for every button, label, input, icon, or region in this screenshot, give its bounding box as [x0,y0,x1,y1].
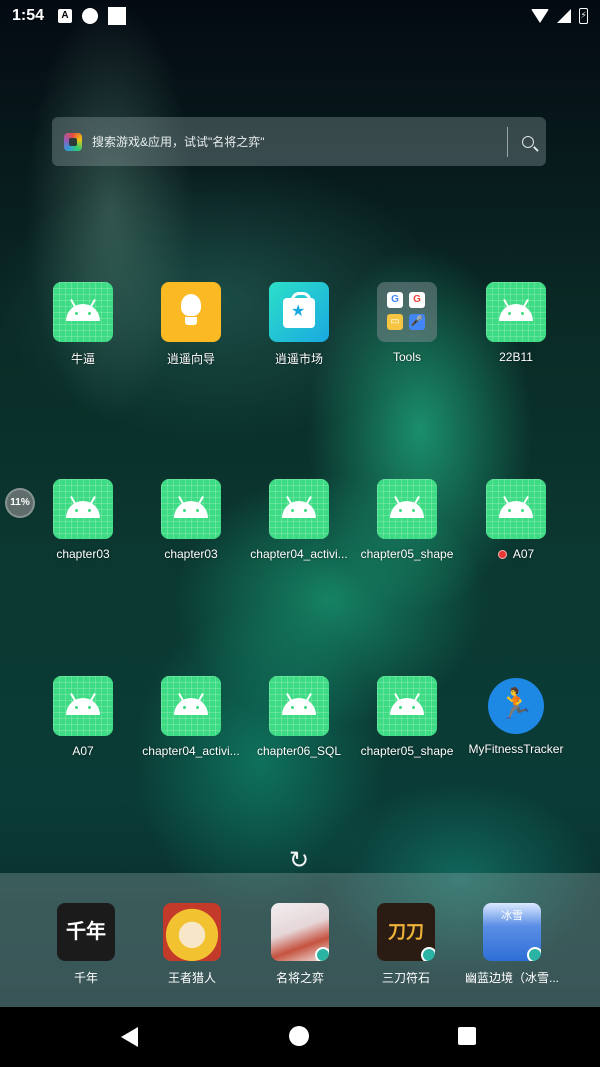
navigation-bar [0,1007,600,1067]
wangzhe-lieren-game-icon [163,903,221,961]
verified-badge-icon [527,947,541,961]
app-shortcut[interactable]: chapter05_shape [347,479,467,561]
app-store-logo-icon [64,132,82,151]
refresh-icon[interactable]: ↻ [286,848,312,874]
dock: 千年 千年 王者猎人 名将之弈 刀刀 三刀符石 冰雪 幽蓝边境（冰雪... [0,873,600,1007]
folder-shortcut[interactable]: G G ▭ 🎤 Tools [347,282,467,364]
dock-app-label: 名将之弈 [275,971,324,985]
home-button[interactable] [289,1026,309,1046]
dock-app[interactable]: 千年 千年 [31,903,141,986]
android-icon [53,282,113,342]
google-icon: G [409,292,425,308]
app-shortcut[interactable]: 🏃 MyFitnessTracker [456,676,576,756]
app-label: chapter04_activi... [250,547,348,561]
app-label: A07 [456,547,576,561]
android-icon [377,479,437,539]
cell-signal-icon [557,9,571,23]
dock-app-label: 幽蓝边境（冰雪... [464,971,559,985]
app-label: 22B11 [499,350,533,364]
app-shortcut[interactable]: chapter03 [23,479,143,561]
android-icon [377,676,437,736]
app-label: 逍遥向导 [166,352,215,366]
android-icon [269,479,329,539]
app-shortcut[interactable]: chapter05_shape [347,676,467,758]
android-icon [486,282,546,342]
dock-app-label: 三刀符石 [381,971,430,985]
app-label: chapter03 [56,547,110,561]
app-label-text: A07 [512,547,535,561]
app-shortcut[interactable]: A07 [23,676,143,758]
app-shortcut[interactable]: 牛逼 [23,282,143,367]
app-label: MyFitnessTracker [468,742,564,756]
youlan-bianjing-game-icon: 冰雪 [483,903,541,961]
android-icon [161,676,221,736]
game-art-text: 刀刀 [388,922,424,942]
search-icon[interactable] [522,135,534,148]
notification-square-icon [108,7,127,25]
mingjiang-zhiyi-game-icon [271,903,329,961]
app-label: chapter04_activi... [142,744,240,758]
lightbulb-icon [161,282,221,342]
app-label: 逍遥市场 [274,352,323,366]
dock-app[interactable]: 刀刀 三刀符石 [351,903,461,986]
status-time: 1:54 [12,7,45,24]
android-icon [53,479,113,539]
app-label: 牛逼 [70,352,95,366]
battery-charging-icon: ⚡ [579,8,588,24]
app-label: Tools [392,350,421,364]
search-placeholder[interactable]: 搜索游戏&应用，试试"名将之弈" [92,133,507,150]
folder-app-icon: ▭ [387,314,403,330]
search-divider [507,126,508,157]
app-shortcut[interactable]: ★ 逍遥市场 [239,282,359,367]
app-label: chapter05_shape [360,547,454,561]
verified-badge-icon [421,947,435,961]
new-install-dot-icon [497,550,507,560]
android-icon [269,676,329,736]
notification-a-icon: A [58,9,73,23]
app-label: chapter06_SQL [256,744,342,758]
app-shortcut[interactable]: chapter03 [131,479,251,561]
game-art-text: 冰雪 [501,910,523,922]
app-shortcut[interactable]: chapter04_activi... [239,479,359,561]
progress-badge[interactable]: 11% [5,488,35,518]
market-bag-icon: ★ [269,282,329,342]
runner-icon: 🏃 [488,678,544,734]
android-icon [486,479,546,539]
search-bar[interactable]: 搜索游戏&应用，试试"名将之弈" [52,117,546,166]
sandao-fushi-game-icon: 刀刀 [377,903,435,961]
android-icon [161,479,221,539]
app-label: chapter03 [164,547,218,561]
app-shortcut[interactable]: 22B11 [456,282,576,364]
status-bar: 1:54 A ⚡ [0,0,600,32]
app-shortcut[interactable]: chapter04_activi... [131,676,251,758]
dock-app[interactable]: 王者猎人 [137,903,247,986]
app-shortcut[interactable]: 逍遥向导 [131,282,251,367]
dock-app[interactable]: 冰雪 幽蓝边境（冰雪... [457,903,567,986]
app-shortcut[interactable]: chapter06_SQL [239,676,359,758]
wifi-icon [531,9,549,23]
qiannian-game-icon: 千年 [57,903,115,961]
android-icon [53,676,113,736]
verified-badge-icon [315,947,329,961]
google-icon: G [387,292,403,308]
voice-icon: 🎤 [409,314,425,330]
app-shortcut[interactable]: A07 [456,479,576,561]
app-label: chapter05_shape [360,744,454,758]
tools-folder-icon: G G ▭ 🎤 [377,282,437,342]
app-label: A07 [72,744,94,758]
dock-app[interactable]: 名将之弈 [245,903,355,986]
recents-button[interactable] [458,1027,476,1045]
notification-circle-icon [82,8,99,24]
back-button[interactable] [121,1027,138,1047]
dock-app-label: 王者猎人 [167,971,216,985]
dock-app-label: 千年 [73,971,98,985]
